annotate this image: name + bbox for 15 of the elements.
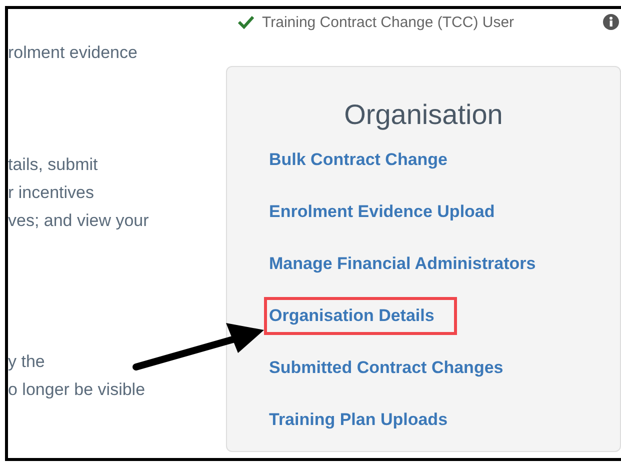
panel-link[interactable]: Manage Financial Administrators [264,245,541,283]
panel-link[interactable]: Training Plan Uploads [264,401,453,439]
panel-title: Organisation [343,98,504,132]
panel-link[interactable]: Enrolment Evidence Upload [264,193,500,231]
body-text: r incentives [8,182,95,204]
body-text: y the [8,351,46,373]
body-text: rolment evidence [8,42,138,64]
info-icon[interactable] [603,14,619,30]
body-text: o longer be visible [8,379,146,401]
panel-link[interactable]: Bulk Contract Change [264,141,453,179]
panel-link[interactable]: Organisation Details [264,297,458,335]
body-text: tails, submit [8,154,99,176]
user-role: Training Contract Change (TCC) User [262,14,514,30]
panel-link[interactable]: Submitted Contract Changes [264,349,508,387]
body-text: ves; and view your [8,210,150,232]
